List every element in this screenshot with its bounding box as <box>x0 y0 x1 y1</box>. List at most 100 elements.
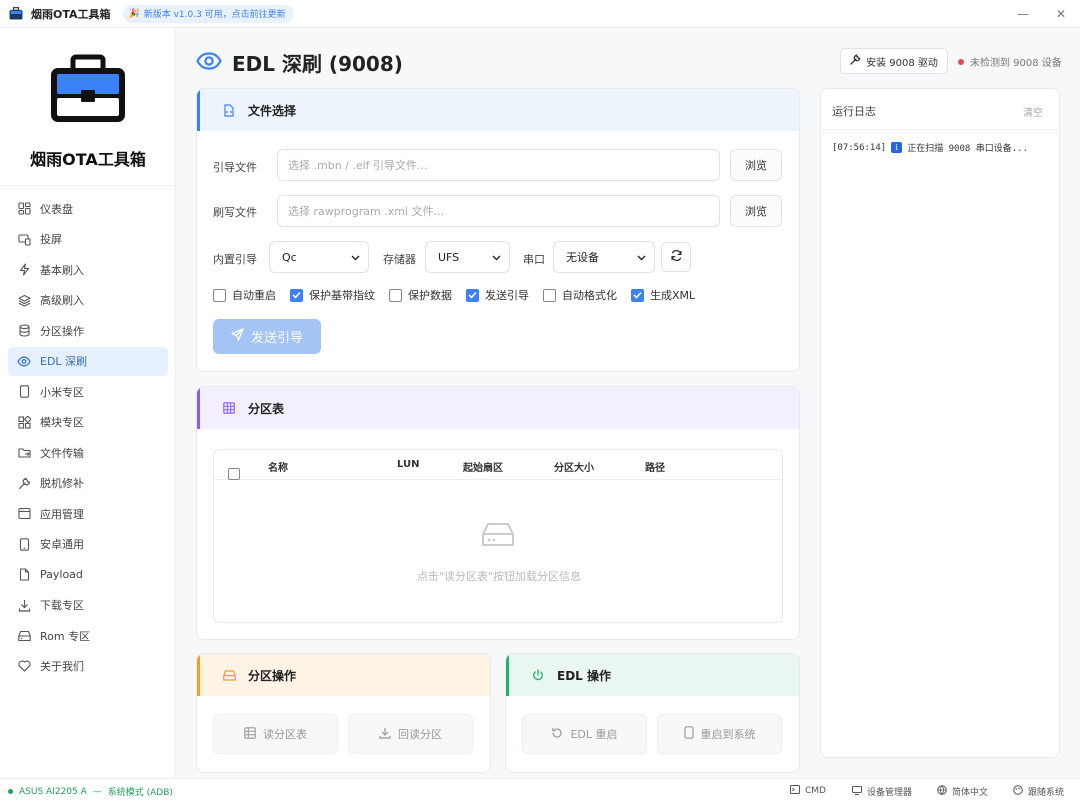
sidebar-item-label: 安卓通用 <box>40 538 84 551</box>
sidebar-item-7[interactable]: 小米专区 <box>8 377 168 406</box>
sidebar-item-2[interactable]: 投屏 <box>8 225 168 254</box>
port-select[interactable]: 无设备 <box>553 241 655 273</box>
download-icon <box>379 727 391 742</box>
language-button[interactable]: 简体中文 <box>937 785 988 798</box>
sidebar-item-label: Rom 专区 <box>40 629 91 643</box>
sidebar-item-4[interactable]: 高级刷入 <box>8 286 168 315</box>
sidebar-item-8[interactable]: 模块专区 <box>8 408 168 437</box>
sidebar-item-3[interactable]: 基本刷入 <box>8 255 168 284</box>
sidebar-item-12[interactable]: 安卓通用 <box>8 530 168 559</box>
refresh-ports-button[interactable] <box>661 242 691 272</box>
sidebar-item-14[interactable]: 下载专区 <box>8 591 168 620</box>
option-label: 自动重启 <box>232 289 276 302</box>
phone-icon <box>683 726 694 742</box>
sidebar-item-label: 文件传输 <box>40 446 84 460</box>
sidebar-item-label: 应用管理 <box>40 507 84 521</box>
loader-browse-button[interactable]: 浏览 <box>730 149 782 181</box>
read-partition-table-button[interactable]: 读分区表 <box>213 714 338 754</box>
log-panel: 运行日志 清空 [07:56:14] i 正在扫描 9008 串口设备... <box>820 88 1060 758</box>
readback-partition-label: 回读分区 <box>398 728 442 741</box>
toolbox-logo-icon <box>48 54 128 124</box>
partition-table-header: 分区表 <box>197 387 799 429</box>
checkbox-unchecked <box>389 288 402 302</box>
language-label: 简体中文 <box>952 788 989 798</box>
page-header: EDL 深刷 (9008) <box>196 48 403 76</box>
storage-select[interactable]: UFS <box>425 241 510 273</box>
send-loader-label: 发送引导 <box>250 331 303 346</box>
sidebar-nav: 仪表盘投屏基本刷入 高级刷入 分区操作 EDL 深刷小米专区模块专区文件传输脱机修补应… <box>8 194 168 682</box>
sidebar-item-9[interactable]: 文件传输 <box>8 438 168 467</box>
builtin-loader-value: Qc <box>282 250 297 264</box>
option-checkbox-4[interactable]: 发送引导 <box>466 287 529 303</box>
sidebar-item-13[interactable]: Payload <box>8 560 168 589</box>
send-loader-button[interactable]: 发送引导 <box>213 319 321 354</box>
heart-icon <box>17 659 31 673</box>
log-message: 正在扫描 9008 串口设备... <box>907 144 1028 154</box>
sidebar-item-1[interactable]: 仪表盘 <box>8 194 168 223</box>
option-label: 发送引导 <box>485 289 529 302</box>
layers-icon <box>17 293 31 307</box>
update-badge[interactable]: 🎉 新版本 v1.0.3 可用，点击前往更新 <box>122 4 294 23</box>
edl-reboot-button[interactable]: EDL 重启 <box>522 714 647 754</box>
chevron-down-icon <box>637 251 646 264</box>
file-icon <box>17 568 31 582</box>
table-icon <box>222 401 236 415</box>
install-driver-button[interactable]: 安装 9008 驱动 <box>840 48 948 74</box>
flash-browse-button[interactable]: 浏览 <box>730 195 782 227</box>
drive-icon <box>17 629 31 643</box>
option-checkbox-3[interactable]: 保护数据 <box>389 287 452 303</box>
checkbox-checked <box>466 288 479 302</box>
flash-input[interactable]: 选择 rawprogram .xml 文件... <box>277 195 720 227</box>
refresh-icon <box>670 249 683 265</box>
loader-label: 引导文件 <box>213 161 257 174</box>
device-info: ASUS AI2205 A — 系统模式 (ADB) <box>8 785 173 798</box>
status-bar: ASUS AI2205 A — 系统模式 (ADB) CMD 设备管理器 简体中… <box>0 778 1080 802</box>
option-checkbox-1[interactable]: 自动重启 <box>213 287 276 303</box>
empty-state-text: 点击"读分区表"按钮加载分区信息 <box>416 570 582 583</box>
device-manager-button[interactable]: 设备管理器 <box>852 785 912 798</box>
column-header-start-sector: 起始扇区 <box>463 463 503 474</box>
loader-input[interactable]: 选择 .mbn / .elf 引导文件... <box>277 149 720 181</box>
readback-partition-button[interactable]: 回读分区 <box>348 714 473 754</box>
sidebar: 烟雨OTA工具箱 仪表盘 投屏 基本刷入 高级刷入 分区操作 EDL 深刷 小米专区 模块专区… <box>0 28 176 778</box>
sidebar-item-label: 投屏 <box>40 233 62 246</box>
option-checkbox-5[interactable]: 自动格式化 <box>543 287 617 303</box>
option-checkbox-6[interactable]: 生成XML <box>631 287 695 303</box>
sidebar-item-label: 小米专区 <box>40 385 84 399</box>
rotate-icon <box>551 727 563 742</box>
sidebar-item-10[interactable]: 脱机修补 <box>8 469 168 498</box>
builtin-loader-select[interactable]: Qc <box>269 241 369 273</box>
sidebar-item-16[interactable]: 关于我们 <box>8 652 168 681</box>
file-selection-header: 文件选择 <box>197 89 799 131</box>
sidebar-item-15[interactable]: Rom 专区 <box>8 621 168 650</box>
dashboard-icon <box>17 202 31 216</box>
device-mode: 系统模式 (ADB) <box>107 788 173 798</box>
option-label: 保护基带指纹 <box>309 289 375 302</box>
sidebar-item-6[interactable]: EDL 深刷 <box>8 346 168 376</box>
close-button[interactable]: ✕ <box>1038 0 1080 28</box>
wrench-icon <box>17 476 31 490</box>
chevron-down-icon <box>492 251 501 264</box>
title-bar: 烟雨OTA工具箱 🎉 新版本 v1.0.3 可用，点击前往更新 — ✕ <box>0 0 1080 28</box>
log-timestamp: [07:56:14] <box>832 142 887 153</box>
bolt-icon <box>17 263 31 277</box>
option-checkbox-2[interactable]: 保护基带指纹 <box>290 287 375 303</box>
palette-icon <box>1013 785 1023 798</box>
power-icon <box>531 668 545 682</box>
edl-ops-card: EDL 操作 EDL 重启 重启到系统 <box>505 653 800 773</box>
edl-reboot-label: EDL 重启 <box>570 728 618 741</box>
theme-button[interactable]: 跟随系统 <box>1013 785 1064 798</box>
cast-icon <box>17 232 31 246</box>
clear-log-button[interactable]: 清空 <box>1023 104 1043 119</box>
sidebar-item-5[interactable]: 分区操作 <box>8 316 168 345</box>
column-header-size: 分区大小 <box>554 463 594 474</box>
storage-label: 存储器 <box>383 253 416 266</box>
sidebar-item-11[interactable]: 应用管理 <box>8 499 168 528</box>
option-label: 保护数据 <box>408 289 452 302</box>
sidebar-item-label: 仪表盘 <box>40 202 73 216</box>
log-line: [07:56:14] i 正在扫描 9008 串口设备... <box>832 141 1028 154</box>
cmd-button[interactable]: CMD <box>790 785 826 797</box>
device-status-text: 未检测到 9008 设备 <box>970 58 1062 69</box>
reboot-to-system-button[interactable]: 重启到系统 <box>657 714 782 754</box>
file-code-icon <box>222 103 236 117</box>
